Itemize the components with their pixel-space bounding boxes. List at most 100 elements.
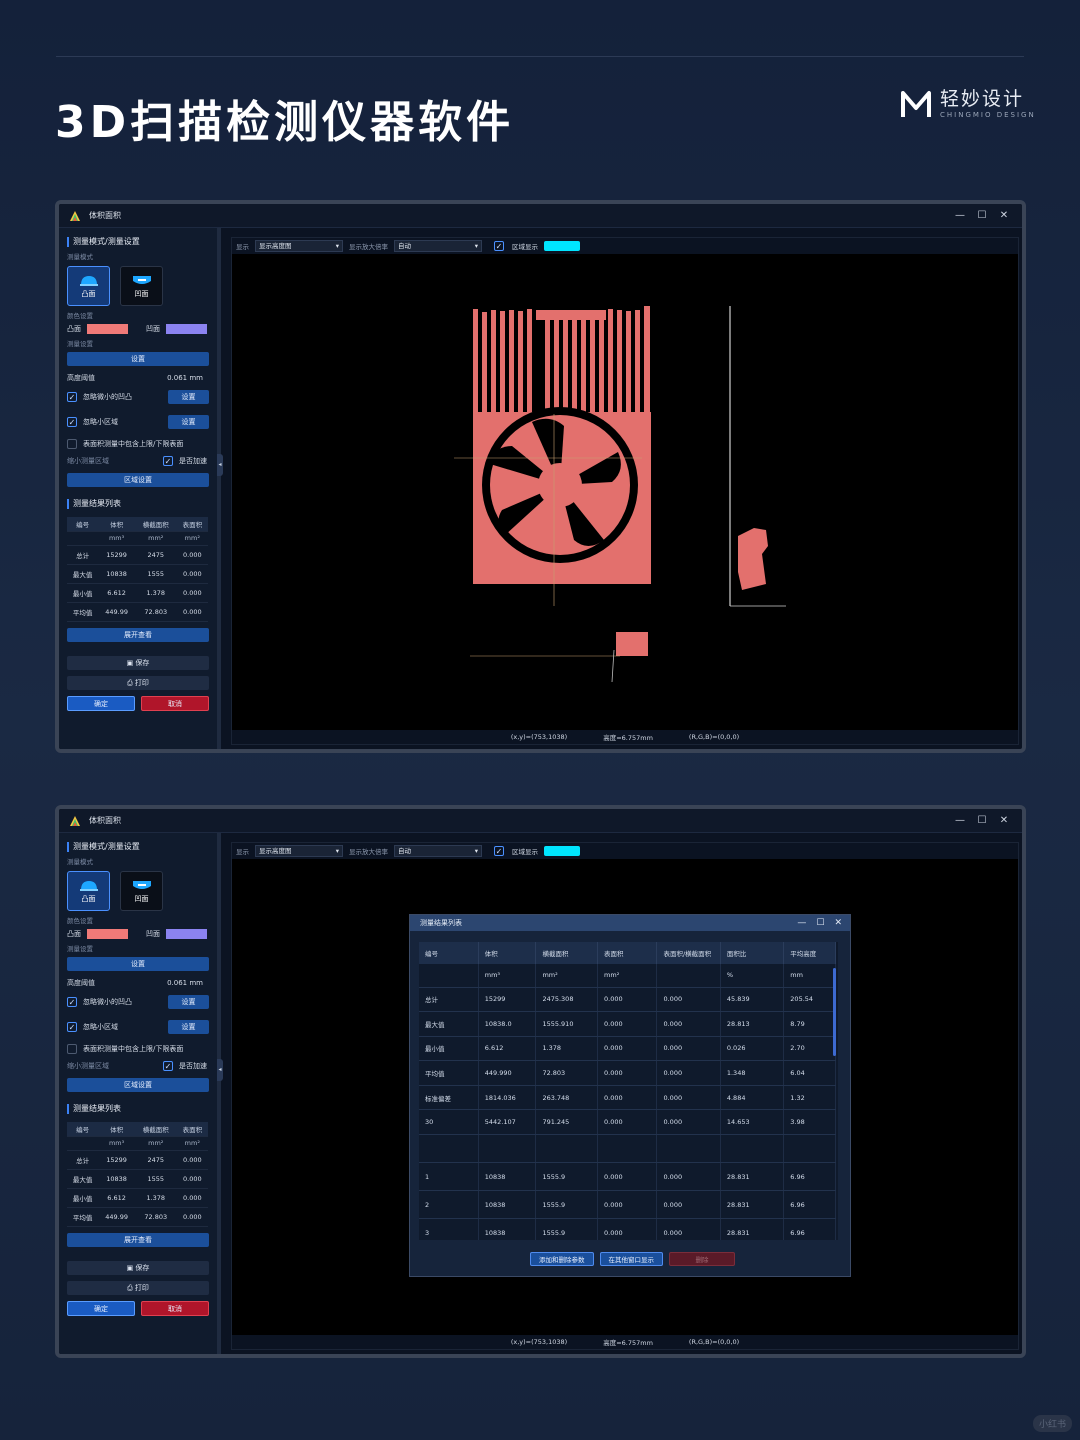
table-cell: 平均值	[67, 602, 99, 622]
column-header: 表面积	[176, 1122, 208, 1137]
display-mode-select[interactable]: 显示高度图 ▾	[255, 240, 343, 252]
region-settings-button[interactable]: 区域设置	[67, 473, 209, 487]
minimize-icon[interactable]: —	[954, 210, 966, 221]
table-row[interactable]: 总计 15299 2475 0.000	[67, 545, 208, 565]
table-scrollbar[interactable]	[833, 968, 836, 1056]
print-button[interactable]: ⎙ 打印	[67, 1280, 209, 1295]
ignore-regions-checkbox[interactable]: ✓	[67, 1022, 77, 1032]
cancel-button[interactable]: 取消	[141, 695, 209, 711]
expand-view-button[interactable]: 展开查看	[67, 627, 209, 642]
table-row[interactable]: 2 10838 1555.9 0.000 0.000 28.831 6.96	[419, 1190, 836, 1220]
ignore-bumps-set-button[interactable]: 设置	[168, 390, 209, 404]
table-row[interactable]: 最小值 6.612 1.378 0.000	[67, 1188, 208, 1208]
table-cell: 0.000	[176, 583, 208, 603]
table-cell: 2475	[134, 545, 177, 565]
mode-convex-label: 凸面	[81, 895, 96, 903]
ignore-bumps-set-button[interactable]: 设置	[168, 995, 209, 1009]
minimize-icon[interactable]: —	[797, 918, 806, 928]
zoom-select[interactable]: 自动 ▾	[394, 845, 482, 857]
print-button[interactable]: ⎙ 打印	[67, 675, 209, 690]
convex-color-swatch[interactable]	[87, 928, 128, 939]
table-row[interactable]: 平均值 449.99 72.803 0.000	[67, 1207, 208, 1227]
settings-button[interactable]: 设置	[67, 352, 209, 366]
panel-splitter[interactable]	[217, 228, 221, 749]
table-row[interactable]: 1 10838 1555.9 0.000 0.000 28.831 6.96	[419, 1162, 836, 1192]
table-cell: 6.04	[783, 1060, 836, 1086]
mode-concave-button[interactable]: 凹面	[120, 871, 163, 911]
maximize-icon[interactable]: ☐	[816, 918, 824, 928]
table-cell: 3.98	[783, 1109, 836, 1136]
mode-concave-label: 凹面	[134, 895, 149, 903]
zoom-label: 显示放大倍率	[349, 848, 388, 856]
minimize-icon[interactable]: —	[954, 815, 966, 826]
maximize-icon[interactable]: ☐	[976, 210, 988, 221]
region-color-swatch[interactable]	[544, 241, 580, 251]
ok-button[interactable]: 确定	[67, 1300, 135, 1316]
mode-convex-button[interactable]: 凸面	[67, 871, 110, 911]
window-title: 体积面积	[89, 211, 121, 220]
ok-button[interactable]: 确定	[67, 695, 135, 711]
height-map-viewport[interactable]: 测量结果列表 — ☐ ✕ 编号 体积 横截面积 表面积 表面积/横截面积 面积比 平均高度 …	[232, 859, 1018, 1335]
table-row[interactable]: 最小值 6.612 1.378 0.000	[67, 583, 208, 603]
region-display-checkbox[interactable]: ✓	[494, 846, 504, 856]
table-cell: 0.026	[720, 1036, 785, 1062]
ignore-bumps-checkbox[interactable]: ✓	[67, 997, 77, 1007]
ignore-regions-checkbox[interactable]: ✓	[67, 417, 77, 427]
convex-color-swatch[interactable]	[87, 323, 128, 334]
region-settings-button[interactable]: 区域设置	[67, 1078, 209, 1092]
panel-splitter[interactable]	[217, 833, 221, 1354]
region-color-swatch[interactable]	[544, 846, 580, 856]
include-limits-checkbox[interactable]	[67, 439, 77, 449]
table-row[interactable]: 3 10838 1555.9 0.000 0.000 28.831 6.96	[419, 1218, 836, 1240]
table-row[interactable]: 平均值 449.99 72.803 0.000	[67, 602, 208, 622]
table-row[interactable]: 总计 15299 2475 0.000	[67, 1150, 208, 1170]
region-display-checkbox[interactable]: ✓	[494, 241, 504, 251]
ignore-bumps-checkbox[interactable]: ✓	[67, 392, 77, 402]
ignore-regions-set-button[interactable]: 设置	[168, 1020, 209, 1034]
collapse-panel-handle[interactable]: ◂	[217, 454, 223, 476]
dropdown-arrow-icon: ▾	[474, 242, 478, 250]
volume-area-window: 体积面积 — ☐ ✕ 测量模式/测量设置 测量模式 凸面 凹面 颜色设置 凸面 …	[55, 200, 1026, 753]
zoom-value: 自动	[398, 242, 411, 250]
table-cell: 最大值	[67, 1169, 99, 1189]
cancel-button[interactable]: 取消	[141, 1300, 209, 1316]
zoom-select[interactable]: 自动 ▾	[394, 240, 482, 252]
table-cell: 1555.910	[535, 1011, 599, 1037]
mode-convex-button[interactable]: 凸面	[67, 266, 110, 306]
expand-view-button[interactable]: 展开查看	[67, 1232, 209, 1247]
table-row[interactable]: 最小值 6.612 1.378 0.000 0.000 0.026 2.70	[419, 1036, 836, 1062]
concave-color-swatch[interactable]	[166, 928, 207, 939]
color-concave-label: 凹面	[146, 324, 160, 333]
close-icon[interactable]: ✕	[834, 918, 842, 928]
maximize-icon[interactable]: ☐	[976, 815, 988, 826]
table-row[interactable]: 最大值 10838 1555 0.000	[67, 564, 208, 584]
ignore-regions-set-button[interactable]: 设置	[168, 415, 209, 429]
close-icon[interactable]: ✕	[998, 210, 1010, 221]
collapse-panel-handle[interactable]: ◂	[217, 1059, 223, 1081]
table-row[interactable]: 最大值 10838 1555 0.000	[67, 1169, 208, 1189]
close-icon[interactable]: ✕	[998, 815, 1010, 826]
table-row[interactable]: 最大值 10838.0 1555.910 0.000 0.000 28.813 8.79	[419, 1011, 836, 1037]
table-row[interactable]: 平均值 449.990 72.803 0.000 0.000 1.348 6.04	[419, 1060, 836, 1086]
display-mode-select[interactable]: 显示高度图 ▾	[255, 845, 343, 857]
accelerate-checkbox[interactable]: ✓	[163, 1061, 173, 1071]
table-row[interactable]: 总计 15299 2475.308 0.000 0.000 45.839 205.54	[419, 987, 836, 1013]
settings-button[interactable]: 设置	[67, 957, 209, 971]
concave-color-swatch[interactable]	[166, 323, 207, 334]
save-button[interactable]: ▣ 保存	[67, 655, 209, 670]
save-button[interactable]: ▣ 保存	[67, 1260, 209, 1275]
delete-button[interactable]: 删除	[669, 1252, 735, 1266]
show-other-window-button[interactable]: 在其他窗口显示	[599, 1252, 663, 1266]
table-cell: 0.000	[656, 1085, 721, 1111]
table-row[interactable]: 30 5442.107 791.245 0.000 0.000 14.653 3.98	[419, 1109, 836, 1136]
table-cell: 1555.9	[535, 1190, 599, 1220]
table-cell: 449.990	[478, 1060, 537, 1086]
ignore-bumps-label: 忽略微小的凹凸	[83, 998, 132, 1006]
height-map-viewport[interactable]	[232, 254, 1018, 730]
table-row[interactable]: 标准偏差 1814.036 263.748 0.000 0.000 4.884 1.32	[419, 1085, 836, 1111]
add-remove-params-button[interactable]: 添加和删除参数	[530, 1252, 594, 1266]
include-limits-checkbox[interactable]	[67, 1044, 77, 1054]
accelerate-checkbox[interactable]: ✓	[163, 456, 173, 466]
table-cell: 0.000	[597, 1190, 658, 1220]
mode-concave-button[interactable]: 凹面	[120, 266, 163, 306]
